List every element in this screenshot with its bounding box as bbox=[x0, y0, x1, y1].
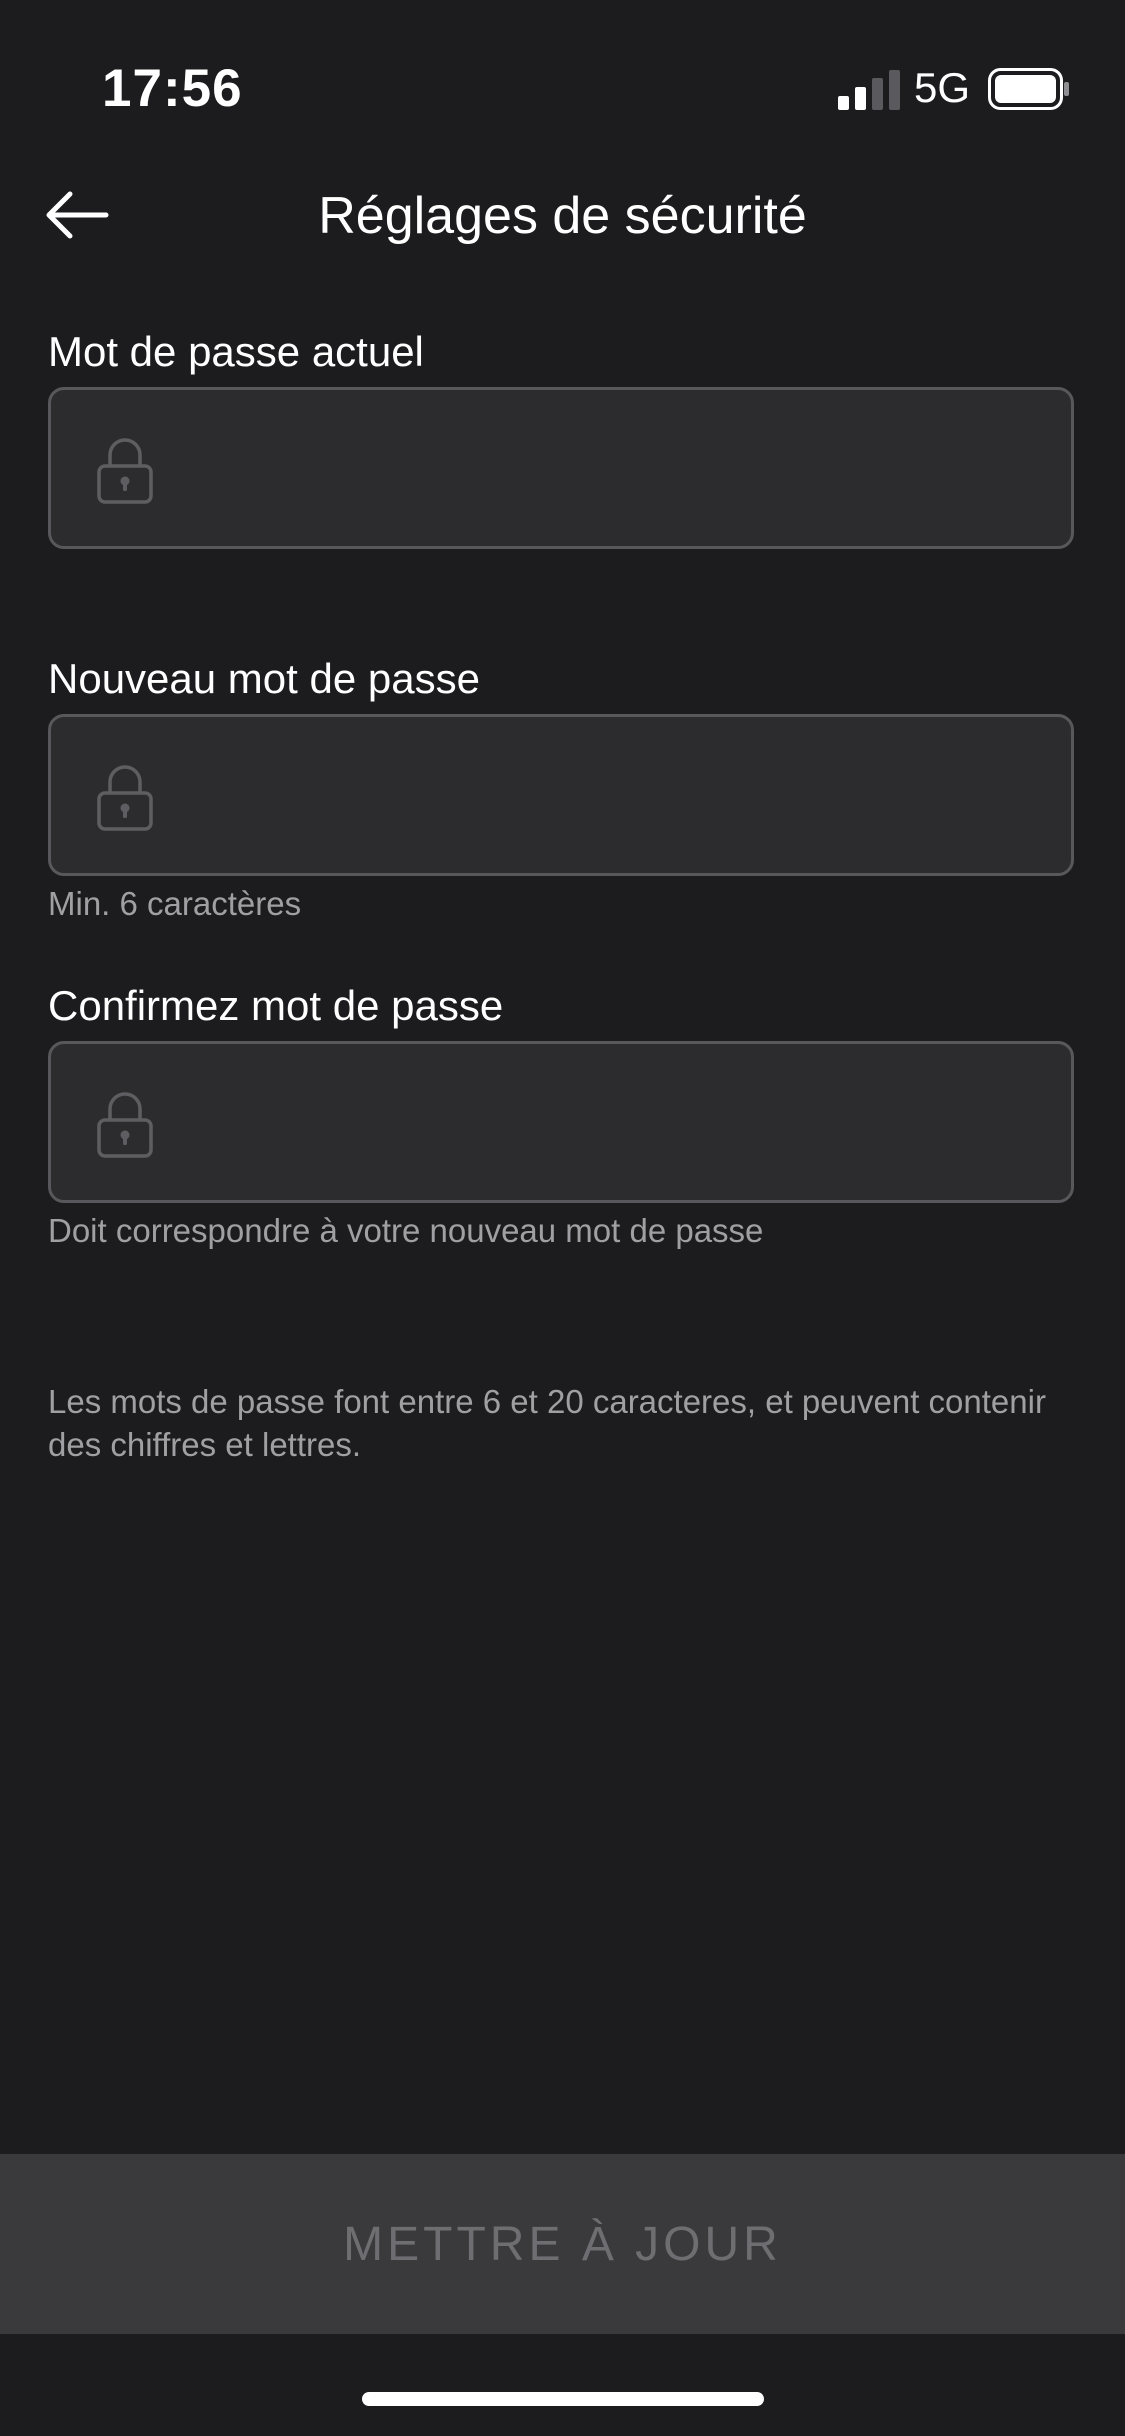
page-title: Réglages de sécurité bbox=[318, 187, 807, 245]
status-time: 17:56 bbox=[102, 59, 243, 118]
current-password-label: Mot de passe actuel bbox=[48, 328, 424, 375]
lock-icon bbox=[97, 1092, 153, 1158]
navigation-bar: Réglages de sécurité bbox=[0, 170, 1125, 260]
lock-icon bbox=[97, 438, 153, 504]
confirm-password-input[interactable] bbox=[171, 1044, 1055, 1202]
update-button-label: METTRE À JOUR bbox=[343, 2218, 782, 2271]
status-bar: 17:56 5G bbox=[0, 0, 1125, 150]
current-password-field[interactable] bbox=[48, 387, 1074, 549]
new-password-hint: Min. 6 caractères bbox=[48, 885, 302, 922]
new-password-label: Nouveau mot de passe bbox=[48, 655, 480, 702]
confirm-password-field[interactable] bbox=[48, 1041, 1074, 1203]
update-button[interactable]: METTRE À JOUR bbox=[0, 2154, 1125, 2334]
new-password-field[interactable] bbox=[48, 714, 1074, 876]
confirm-password-label: Confirmez mot de passe bbox=[48, 982, 504, 1029]
signal-icon bbox=[838, 70, 900, 110]
home-indicator[interactable] bbox=[362, 2392, 764, 2406]
battery-icon bbox=[988, 68, 1069, 110]
network-type: 5G bbox=[914, 64, 971, 111]
password-rules-text: Les mots de passe font entre 6 et 20 car… bbox=[48, 1383, 1046, 1463]
current-password-input[interactable] bbox=[171, 390, 1055, 548]
new-password-input[interactable] bbox=[171, 717, 1055, 875]
lock-icon bbox=[97, 765, 153, 831]
confirm-password-hint: Doit correspondre à votre nouveau mot de… bbox=[48, 1212, 764, 1249]
